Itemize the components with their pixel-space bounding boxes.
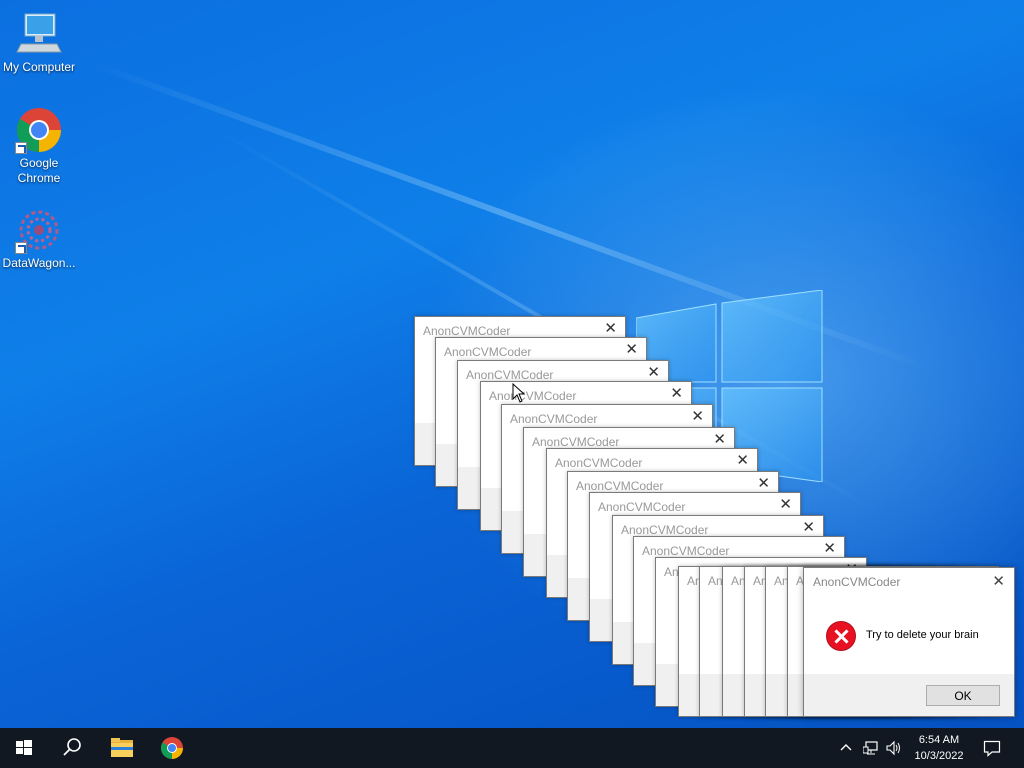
close-icon[interactable]: ✕	[802, 520, 815, 535]
dialog-title: AnonCVMCoder	[466, 368, 554, 382]
dialog-title: AnonCVMCoder	[813, 575, 901, 589]
computer-icon	[16, 13, 62, 53]
close-icon[interactable]: ✕	[757, 476, 770, 491]
action-center-notification-icon[interactable]	[983, 739, 1001, 760]
taskbar[interactable]: 6:54 AM 10/3/2022	[0, 728, 1024, 768]
desktop[interactable]: My Computer Google Chrome DataWagon... A…	[0, 0, 1024, 728]
desktop-icon-datawagon[interactable]: DataWagon...	[0, 206, 78, 271]
desktop-icon-label: DataWagon...	[2, 256, 76, 270]
close-icon[interactable]: ✕	[647, 365, 660, 380]
clock-date: 10/3/2022	[914, 750, 964, 762]
desktop-icon-label: Google Chrome	[17, 156, 61, 185]
dialog-title: AnonCVMCoder	[510, 412, 598, 426]
close-icon[interactable]: ✕	[713, 432, 726, 447]
error-dialog[interactable]: AnonCVMCoder ✕ Try to delete your brain …	[803, 567, 1015, 717]
close-icon[interactable]: ✕	[670, 386, 683, 401]
dialog-title: AnonCVMCoder	[489, 389, 577, 403]
start-button[interactable]	[0, 728, 48, 768]
dialog-title: AnonCVMCoder	[576, 479, 664, 493]
ok-button[interactable]: OK	[926, 685, 1000, 706]
close-icon[interactable]: ✕	[823, 541, 836, 556]
close-icon[interactable]: ✕	[604, 321, 617, 336]
dialog-footer: OK	[804, 674, 1014, 716]
chrome-icon	[161, 737, 183, 759]
desktop-icon-google-chrome[interactable]: Google Chrome	[0, 106, 78, 186]
dialog-title: AnonCVMCoder	[642, 544, 730, 558]
desktop-icon-label: My Computer	[2, 60, 76, 74]
search-button[interactable]	[48, 728, 96, 768]
close-icon[interactable]: ✕	[691, 409, 704, 424]
dialog-title: AnonCVMCoder	[555, 456, 643, 470]
dialog-title: AnonCVMCoder	[621, 523, 709, 537]
dialog-title: AnonCVMCoder	[444, 345, 532, 359]
close-icon[interactable]: ✕	[625, 342, 638, 357]
dialog-message: Try to delete your brain	[866, 629, 979, 641]
dialog-title: AnonCVMCoder	[532, 435, 620, 449]
datawagon-icon	[15, 206, 63, 254]
shortcut-arrow-icon	[15, 242, 27, 254]
clock-time: 6:54 AM	[918, 734, 960, 746]
search-icon	[63, 738, 81, 756]
system-clock[interactable]: 6:54 AM 10/3/2022	[908, 732, 970, 764]
chrome-icon	[15, 106, 63, 154]
show-hidden-icons-chevron-icon[interactable]	[840, 740, 852, 757]
volume-icon[interactable]	[886, 740, 902, 759]
network-icon[interactable]	[862, 740, 879, 759]
taskbar-file-explorer[interactable]	[98, 728, 146, 768]
windows-start-icon	[16, 740, 32, 755]
close-icon[interactable]: ✕	[779, 497, 792, 512]
dialog-title: AnonCVMCoder	[598, 500, 686, 514]
folder-icon	[111, 738, 133, 757]
close-icon[interactable]: ✕	[736, 453, 749, 468]
shortcut-arrow-icon	[15, 142, 27, 154]
taskbar-google-chrome[interactable]	[148, 728, 196, 768]
dialog-title: AnonCVMCoder	[423, 324, 511, 338]
error-icon	[826, 621, 856, 651]
close-icon[interactable]: ✕	[992, 572, 1005, 590]
mouse-cursor-icon	[512, 383, 526, 403]
desktop-icon-my-computer[interactable]: My Computer	[0, 10, 78, 75]
